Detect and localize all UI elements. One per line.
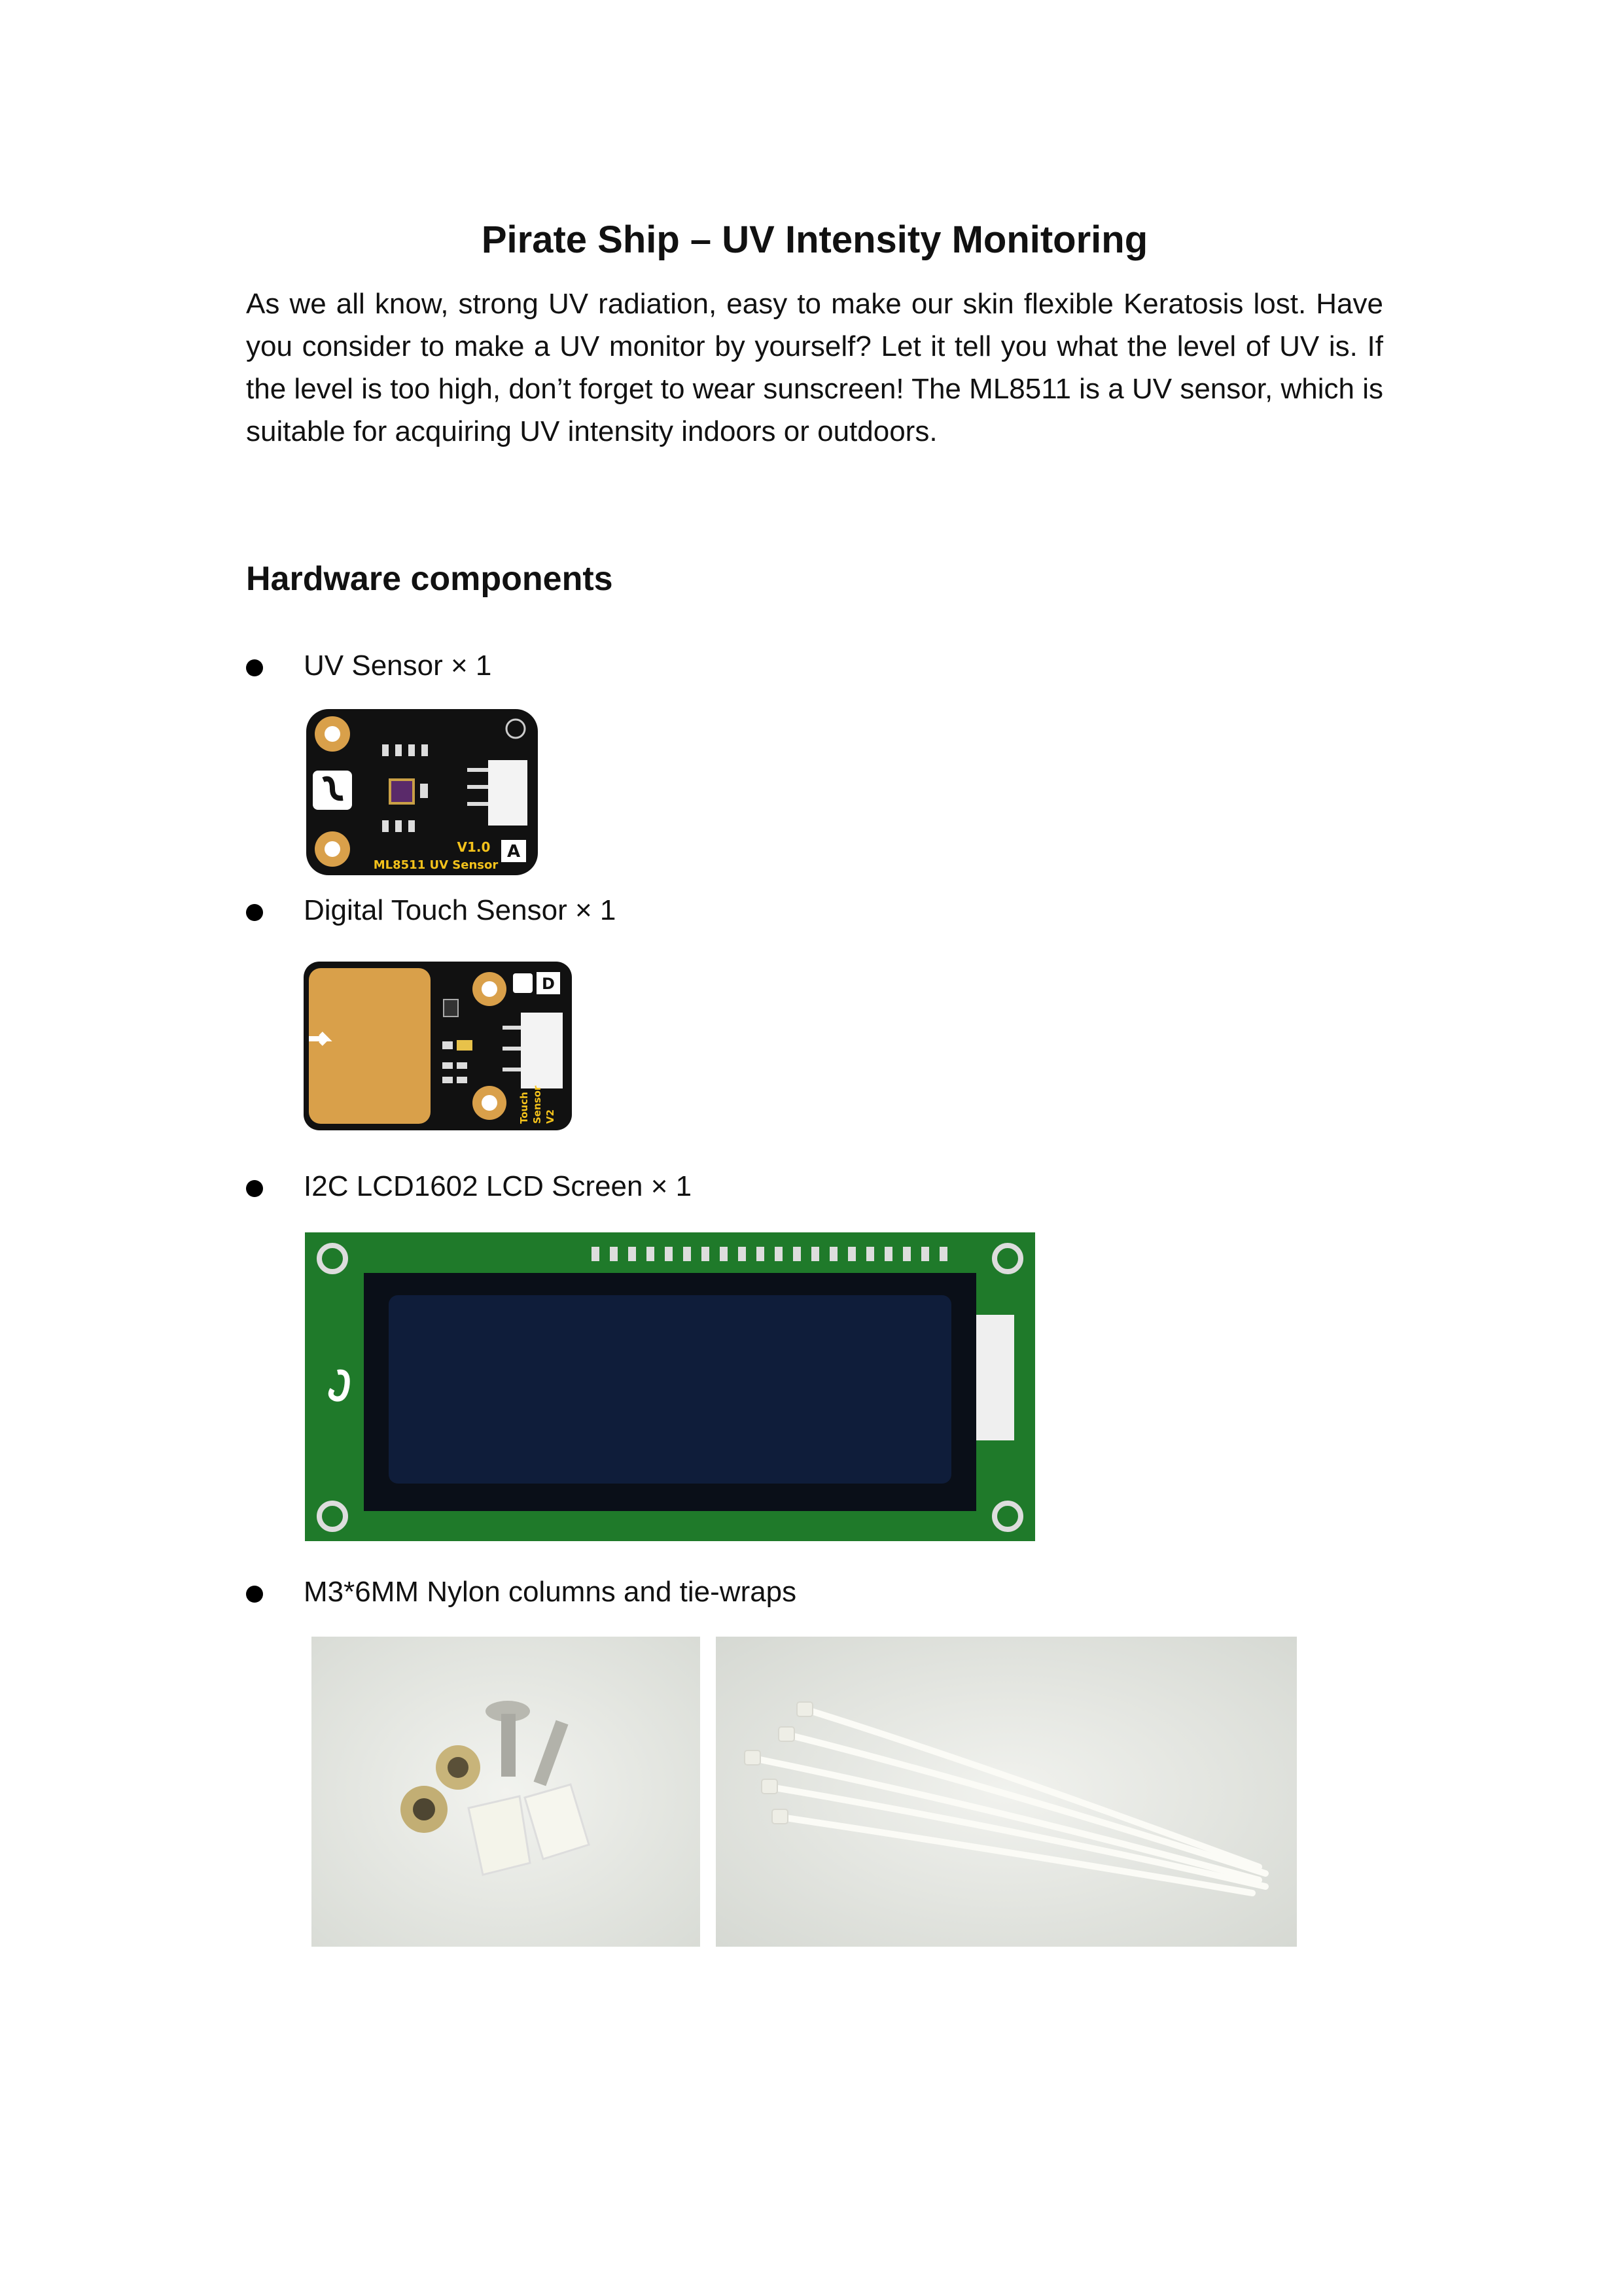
touch-sensor-image: D Touch Sensor V2 [302,960,573,1132]
component-label: M3*6MM Nylon columns and tie-wraps [304,1576,797,1608]
touch-sensor-label-3: V2 [544,1109,556,1124]
uv-sensor-name-label: ML8511 UV Sensor [374,858,499,872]
bullet-icon [246,904,263,921]
uv-sensor-type-label: A [507,842,520,861]
section-heading: Hardware components [246,560,613,598]
bullet-icon [246,1180,263,1197]
touch-sensor-label-1: Touch [518,1092,530,1124]
touch-sensor-type-label: D [542,975,555,993]
lcd-screen-image [305,1232,1035,1541]
bullet-icon [246,1586,263,1603]
document-title: Pirate Ship – UV Intensity Monitoring [481,218,1148,261]
bullet-icon [246,659,263,676]
uv-sensor-image: A V1.0 ML8511 UV Sensor [305,708,539,877]
nylon-columns-photo [311,1637,700,1947]
tie-wraps-photo [716,1637,1297,1947]
component-label: Digital Touch Sensor × 1 [304,894,616,926]
touch-sensor-label-2: Sensor [531,1085,543,1124]
component-label: I2C LCD1602 LCD Screen × 1 [304,1170,692,1202]
uv-sensor-version-label: V1.0 [457,839,491,855]
intro-paragraph: As we all know, strong UV radiation, eas… [246,288,1383,447]
component-label: UV Sensor × 1 [304,650,492,682]
document-page: Pirate Ship – UV Intensity Monitoring As… [0,0,1624,2296]
